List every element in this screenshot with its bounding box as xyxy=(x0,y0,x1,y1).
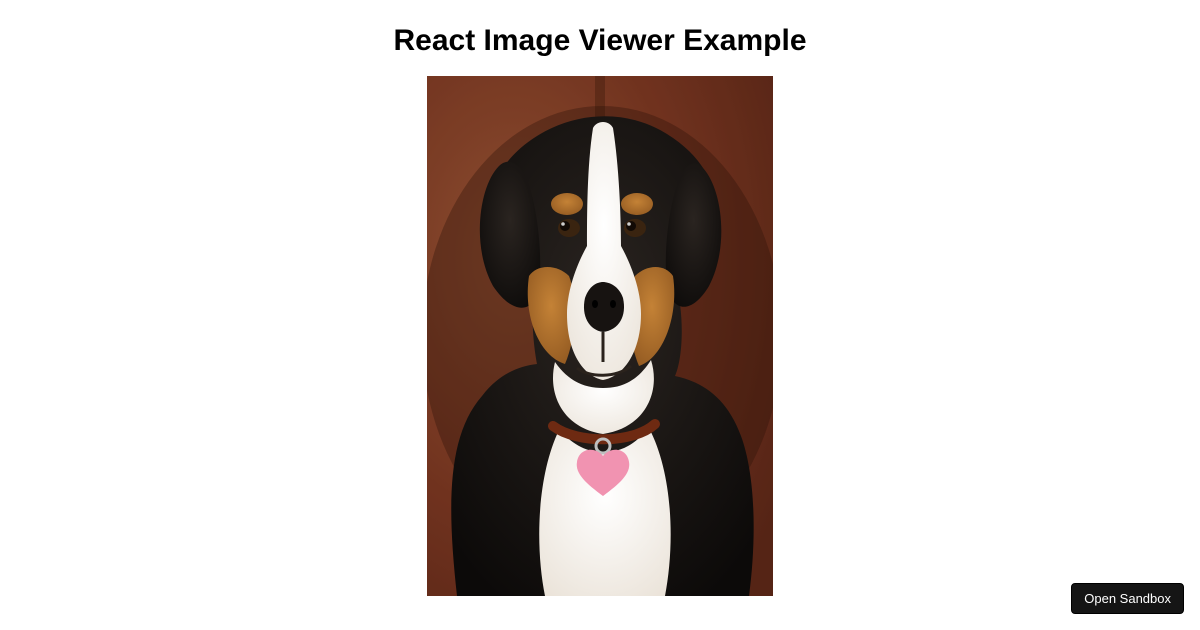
image-viewer[interactable] xyxy=(427,76,773,596)
demo-page: React Image Viewer Example xyxy=(0,0,1200,630)
open-sandbox-button[interactable]: Open Sandbox xyxy=(1071,583,1184,614)
page-title: React Image Viewer Example xyxy=(394,24,807,58)
dog-photo xyxy=(427,76,773,596)
